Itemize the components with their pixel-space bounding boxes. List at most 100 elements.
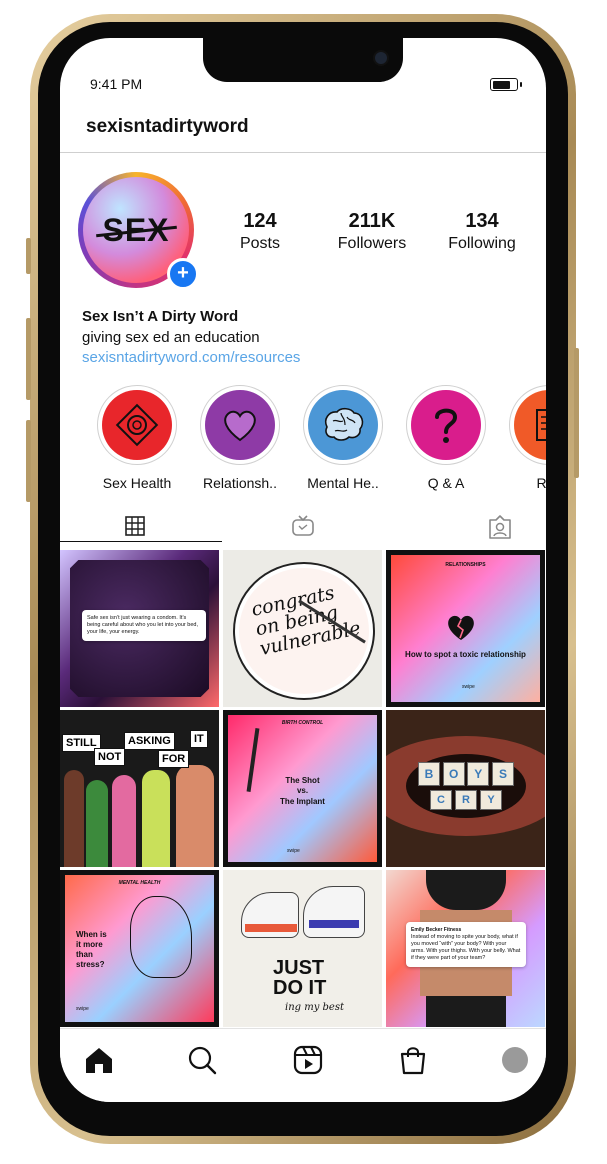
tooth-letter: B xyxy=(418,762,440,786)
mute-switch xyxy=(26,238,31,274)
highlight-label: Relationsh.. xyxy=(203,475,277,491)
highlight-cover xyxy=(514,390,546,460)
highlight-label: Sex Health xyxy=(102,475,172,491)
tweet-text: Safe sex isn’t just wearing a condom. It… xyxy=(87,615,198,636)
post-safe-sex-tweet[interactable]: Safe sex isn’t just wearing a condom. It… xyxy=(60,550,219,707)
bottom-navigation xyxy=(60,1028,546,1102)
search-icon xyxy=(188,1046,217,1075)
post-congrats-vulnerable[interactable]: congrats on being vulnerable xyxy=(223,550,382,707)
post-move-with-body[interactable]: Emily Becker Fitness Instead of moving t… xyxy=(386,870,545,1027)
slogan-line-2: DO IT xyxy=(273,977,327,999)
highlight-cover xyxy=(102,390,172,460)
following-label: Following xyxy=(448,235,516,252)
add-story-button[interactable]: + xyxy=(167,258,199,290)
nav-reels[interactable] xyxy=(291,1043,325,1077)
figure-2 xyxy=(86,780,108,867)
tooth-letter: S xyxy=(491,762,514,786)
broken-heart-icon xyxy=(448,615,474,640)
bio-tagline: giving sex ed an education xyxy=(82,329,260,346)
title-line-3: The Implant xyxy=(280,796,325,806)
figure-4 xyxy=(142,770,170,867)
stat-followers[interactable]: 211K Followers xyxy=(322,210,422,253)
highlight-sex-health[interactable]: Sex Health xyxy=(97,385,177,491)
bio-display-name: Sex Isn’t A Dirty Word xyxy=(82,308,239,325)
nav-shop[interactable] xyxy=(396,1043,430,1077)
post-title: The Shot vs. The Implant xyxy=(223,776,382,807)
tagged-tab[interactable] xyxy=(487,514,511,539)
highlight-cover xyxy=(308,390,378,460)
tagged-icon xyxy=(489,515,511,539)
heart-icon xyxy=(224,410,256,442)
igtv-tab[interactable] xyxy=(291,514,315,538)
highlight-resources[interactable]: Res xyxy=(509,385,546,491)
protest-sign-3: ASKING xyxy=(124,732,175,750)
posts-count: 124 xyxy=(243,210,277,232)
grid-icon xyxy=(125,516,145,536)
figure-1 xyxy=(64,770,84,867)
post-category: RELATIONSHIPS xyxy=(445,562,486,568)
post-shot-vs-implant[interactable]: BIRTH CONTROL The Shot vs. The Implant s… xyxy=(223,710,382,867)
power-button xyxy=(574,348,579,478)
post-toxic-relationship[interactable]: RELATIONSHIPS How to spot a toxic relati… xyxy=(386,550,545,707)
condom-icon xyxy=(115,403,159,447)
post-footer: swipe xyxy=(462,684,475,690)
post-title: When is it more than stress? xyxy=(76,930,107,970)
figure-3 xyxy=(112,775,136,867)
avatar-logo-text: SEX xyxy=(102,211,170,248)
slogan-line-1: JUST xyxy=(273,957,325,979)
profile-username[interactable]: sexisntadirtyword xyxy=(86,116,249,138)
tooth-letter: Y xyxy=(480,790,502,810)
stat-following[interactable]: 134 Following xyxy=(432,210,532,253)
tooth-letter: R xyxy=(455,790,477,810)
tooth-letter: O xyxy=(442,762,465,786)
igtv-icon xyxy=(292,515,314,536)
highlight-q-and-a[interactable]: Q & A xyxy=(406,385,486,491)
highlight-ring xyxy=(303,385,383,465)
status-time: 9:41 PM xyxy=(90,76,143,92)
shorts-graphic xyxy=(426,996,506,1027)
instagram-profile-screen: 9:41 PM sexisntadirtyword SEX + 124 Post… xyxy=(60,38,546,1102)
highlight-ring xyxy=(200,385,280,465)
title-line-2: vs. xyxy=(296,786,309,796)
post-still-not-asking[interactable]: STILL NOT ASKING FOR IT xyxy=(60,710,219,867)
nav-profile[interactable] xyxy=(498,1043,532,1077)
home-icon xyxy=(86,1048,112,1073)
sneaker-left-accent xyxy=(245,924,297,932)
highlight-ring xyxy=(509,385,546,465)
battery-level xyxy=(492,80,510,89)
head-outline-graphic xyxy=(130,896,192,978)
stat-posts[interactable]: 124 Posts xyxy=(220,210,300,253)
highlight-label: Res xyxy=(536,475,546,491)
followers-label: Followers xyxy=(337,235,407,252)
bio-link[interactable]: sexisntadirtyword.com/resources xyxy=(82,349,300,366)
reels-icon xyxy=(293,1045,323,1075)
resources-icon xyxy=(536,409,546,441)
tweet-card: Safe sex isn’t just wearing a condom. It… xyxy=(82,610,206,642)
sneaker-right-accent xyxy=(309,920,359,928)
protest-sign-4: FOR xyxy=(158,750,190,768)
post-more-than-stress[interactable]: MENTAL HEALTH When is it more than stres… xyxy=(60,870,219,1027)
grid-tab[interactable] xyxy=(123,514,147,538)
front-camera xyxy=(375,52,387,64)
question-icon xyxy=(435,408,458,443)
shop-icon xyxy=(400,1047,426,1075)
highlight-cover xyxy=(205,390,275,460)
posts-label: Posts xyxy=(239,235,280,252)
post-category: BIRTH CONTROL xyxy=(281,720,324,726)
highlight-cover xyxy=(411,390,481,460)
title-line-1: The Shot xyxy=(285,776,320,785)
nav-home[interactable] xyxy=(82,1043,116,1077)
volume-up-button xyxy=(26,318,31,400)
header-divider xyxy=(60,152,546,153)
highlight-relationships[interactable]: Relationsh.. xyxy=(200,385,280,491)
post-boys-cry[interactable]: B O Y S C R Y xyxy=(386,710,545,867)
protest-sign-5: IT xyxy=(190,730,208,748)
nav-search[interactable] xyxy=(185,1043,219,1077)
post-just-do-it[interactable]: JUST DO IT ing my best xyxy=(223,870,382,1027)
profile-icon xyxy=(502,1047,528,1073)
bottom-teeth: C R Y xyxy=(430,790,502,810)
protest-sign-2: NOT xyxy=(94,748,126,766)
battery-icon xyxy=(490,78,522,91)
highlight-mental-health[interactable]: Mental He.. xyxy=(303,385,383,491)
brain-icon xyxy=(324,407,364,441)
